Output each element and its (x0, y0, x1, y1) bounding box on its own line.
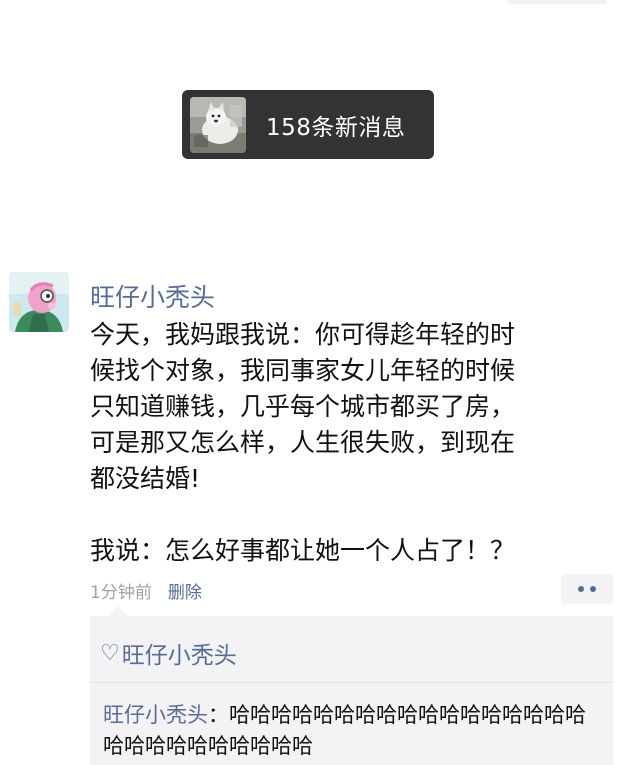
new-messages-count: 158条新消息 (266, 114, 406, 141)
dog-photo-icon (190, 96, 246, 153)
post-timestamp: 1分钟前 (90, 583, 152, 603)
new-messages-notification[interactable]: 158条新消息 (182, 90, 434, 159)
comment-separator: ： (208, 703, 229, 727)
likes-row: ♡ 旺仔小秃头 (100, 636, 237, 670)
post-meta: 1分钟前 删除 (90, 578, 202, 603)
post-content: 今天，我妈跟我说：你可得趁年轻的时 候找个对象，我同事家女儿年轻的时候 只知道赚… (90, 317, 600, 569)
post-line: 只知道赚钱，几乎每个城市都买了房， (90, 392, 516, 421)
delete-link[interactable]: 删除 (168, 578, 202, 603)
comment-item[interactable]: 旺仔小秃头：哈哈哈哈哈哈哈哈哈哈哈哈哈哈哈哈哈哈哈哈哈哈哈哈哈哈哈 (103, 700, 593, 762)
post-line: 我说：怎么好事都让她一个人占了！？ (90, 536, 516, 565)
post-line: 都没结婚! (90, 464, 201, 493)
dot (590, 586, 596, 592)
comment-author[interactable]: 旺仔小秃头 (103, 703, 208, 727)
cartoon-avatar-icon[interactable] (9, 272, 69, 332)
top-edge-artifact (507, 0, 607, 4)
heart-icon: ♡ (100, 640, 120, 666)
dot (578, 586, 584, 592)
post-line: 候找个对象，我同事家女儿年轻的时候 (90, 356, 516, 385)
comment-box-pointer (108, 606, 128, 616)
post-line: 今天，我妈跟我说：你可得趁年轻的时 (90, 320, 516, 349)
liker-name[interactable]: 旺仔小秃头 (122, 636, 237, 670)
moments-page: 158条新消息 旺仔小秃头 今天，我妈跟我说：你可得趁年轻的时 候找个对象，我同… (0, 0, 625, 765)
more-dots-icon[interactable] (561, 574, 613, 604)
likes-comments-divider (90, 682, 613, 683)
post-author-name[interactable]: 旺仔小秃头 (90, 278, 215, 314)
post-line: 可是那又怎么样，人生很失败，到现在 (90, 428, 516, 457)
